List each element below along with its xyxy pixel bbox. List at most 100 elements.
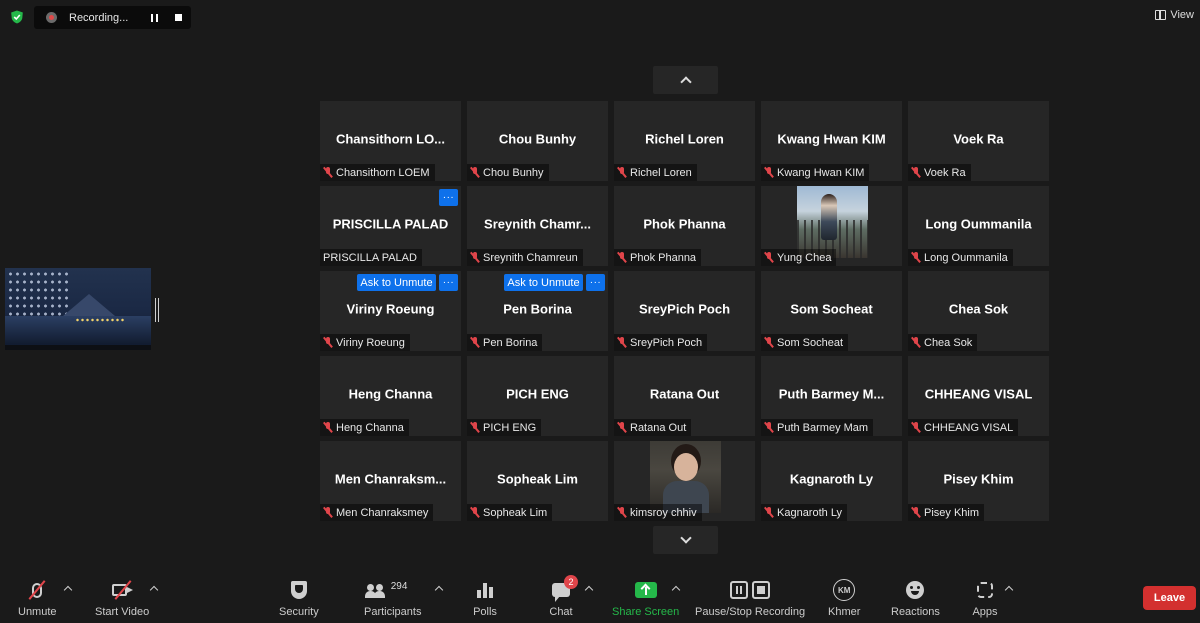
chat-options-caret[interactable]	[584, 585, 594, 595]
participant-name-label: Sopheak Lim	[467, 504, 553, 521]
participant-tile[interactable]: PRISCILLA PALAD ··· PRISCILLA PALAD	[320, 186, 461, 266]
participant-tile[interactable]: Ratana Out Ratana Out	[614, 356, 755, 436]
muted-mic-icon	[323, 337, 333, 348]
stop-recording-button[interactable]	[167, 10, 189, 26]
apps-button[interactable]: Apps	[972, 579, 998, 618]
participant-tile[interactable]: Heng Channa Heng Channa	[320, 356, 461, 436]
recording-label: Recording...	[69, 11, 129, 24]
participant-tile[interactable]: Pen Borina Ask to Unmute ··· Pen Borina	[467, 271, 608, 351]
muted-mic-icon	[617, 252, 627, 263]
participant-name: Richel Loren	[630, 166, 692, 179]
participant-name: Sreynith Chamreun	[483, 251, 578, 264]
view-button[interactable]: View	[1155, 9, 1194, 21]
participant-display-name: Kagnaroth Ly	[789, 471, 874, 487]
polls-icon	[477, 582, 493, 598]
participant-display-name: Ratana Out	[649, 386, 720, 402]
participant-tile[interactable]: Som Socheat Som Socheat	[761, 271, 902, 351]
video-options-caret[interactable]	[149, 585, 159, 595]
unmute-label: Unmute	[18, 606, 57, 618]
participants-button[interactable]: 294 Participants	[364, 579, 421, 619]
participant-name-label: Kagnaroth Ly	[761, 504, 848, 521]
participant-tile[interactable]: Yung Chea	[761, 186, 902, 266]
participant-display-name: Viriny Roeung	[346, 301, 435, 317]
chevron-up-icon	[679, 76, 692, 88]
participant-name-label: PRISCILLA PALAD	[320, 249, 422, 266]
participants-options-caret[interactable]	[434, 585, 444, 595]
apps-options-caret[interactable]	[1004, 585, 1014, 595]
more-options-button[interactable]: ···	[439, 189, 458, 206]
apps-icon	[977, 582, 993, 598]
participant-tile[interactable]: Chea Sok Chea Sok	[908, 271, 1049, 351]
previous-page-button[interactable]	[653, 66, 718, 94]
participant-display-name: Men Chanraksm...	[334, 471, 447, 487]
security-button[interactable]: Security	[279, 579, 319, 618]
polls-button[interactable]: Polls	[472, 579, 498, 618]
muted-mic-icon	[764, 422, 774, 433]
participant-name: kimsroy chhiv	[630, 506, 697, 519]
chevron-down-icon	[679, 532, 692, 544]
share-screen-label: Share Screen	[612, 606, 680, 618]
language-label: Khmer	[828, 606, 861, 618]
participant-tile[interactable]: Viriny Roeung Ask to Unmute ··· Viriny Roeu…	[320, 271, 461, 351]
next-page-button[interactable]	[653, 526, 718, 554]
participant-tile[interactable]: Voek Ra Voek Ra	[908, 101, 1049, 181]
language-interpretation-button[interactable]: KM Khmer	[828, 579, 860, 618]
pause-icon	[150, 13, 158, 22]
chat-button[interactable]: 2 Chat	[548, 575, 578, 618]
participant-name: PRISCILLA PALAD	[323, 251, 417, 264]
participant-name-label: Pisey Khim	[908, 504, 985, 521]
start-video-button[interactable]: Start Video	[95, 579, 149, 618]
participant-name-label: CHHEANG VISAL	[908, 419, 1019, 436]
muted-mic-icon	[764, 167, 774, 178]
audio-options-caret[interactable]	[63, 585, 73, 595]
reactions-button[interactable]: Reactions	[891, 579, 940, 618]
chat-label: Chat	[549, 606, 573, 618]
participant-display-name: Kwang Hwan KIM	[777, 131, 886, 147]
participant-tile[interactable]: Puth Barmey M... Puth Barmey Mam	[761, 356, 902, 436]
participant-display-name: Puth Barmey M...	[778, 386, 885, 402]
participant-tile[interactable]: Chou Bunhy Chou Bunhy	[467, 101, 608, 181]
participant-display-name: Sopheak Lim	[497, 471, 578, 487]
participant-name: Heng Channa	[336, 421, 404, 434]
share-screen-button[interactable]: Share Screen	[612, 579, 679, 618]
apps-label: Apps	[972, 606, 998, 618]
pause-stop-recording-icon	[730, 581, 771, 599]
panel-resize-handle[interactable]	[155, 298, 159, 322]
more-options-button[interactable]: ···	[586, 274, 605, 291]
more-options-button[interactable]: ···	[439, 274, 458, 291]
participant-name-label: Voek Ra	[908, 164, 971, 181]
participant-tile[interactable]: Long Oummanila Long Oummanila	[908, 186, 1049, 266]
participant-tile[interactable]: Chansithorn LO... Chansithorn LOEM	[320, 101, 461, 181]
pause-recording-button[interactable]	[143, 10, 165, 26]
participant-tile[interactable]: SreyPich Poch SreyPich Poch	[614, 271, 755, 351]
unmute-button[interactable]: Unmute	[18, 579, 57, 618]
participant-tile[interactable]: kimsroy chhiv	[614, 441, 755, 521]
participant-name: Sopheak Lim	[483, 506, 548, 519]
participant-name: Ratana Out	[630, 421, 687, 434]
participant-tile[interactable]: Kwang Hwan KIM Kwang Hwan KIM	[761, 101, 902, 181]
participant-tile[interactable]: Phok Phanna Phok Phanna	[614, 186, 755, 266]
participant-tile[interactable]: CHHEANG VISAL CHHEANG VISAL	[908, 356, 1049, 436]
participant-tile[interactable]: Sopheak Lim Sopheak Lim	[467, 441, 608, 521]
wallpaper-lights	[75, 318, 125, 322]
participant-video	[797, 186, 868, 258]
leave-button[interactable]: Leave	[1143, 586, 1196, 610]
participant-tile[interactable]: Sreynith Chamr... Sreynith Chamreun	[467, 186, 608, 266]
ask-to-unmute-button[interactable]: Ask to Unmute	[504, 274, 583, 291]
participant-display-name: PRISCILLA PALAD	[332, 216, 449, 232]
participant-display-name: Chea Sok	[948, 301, 1009, 317]
participant-name: Viriny Roeung	[336, 336, 405, 349]
muted-mic-icon	[470, 167, 480, 178]
participant-tile[interactable]: PICH ENG PICH ENG	[467, 356, 608, 436]
muted-mic-icon	[617, 507, 627, 518]
participant-tile[interactable]: Kagnaroth Ly Kagnaroth Ly	[761, 441, 902, 521]
participant-name: Kwang Hwan KIM	[777, 166, 865, 179]
participant-tile[interactable]: Richel Loren Richel Loren	[614, 101, 755, 181]
participant-name-label: Yung Chea	[761, 249, 837, 266]
muted-mic-icon	[764, 252, 774, 263]
participant-tile[interactable]: Men Chanraksm... Men Chanraksmey	[320, 441, 461, 521]
ask-to-unmute-button[interactable]: Ask to Unmute	[357, 274, 436, 291]
pause-stop-recording-button[interactable]: Pause/Stop Recording	[695, 579, 805, 618]
shared-screen-thumbnail[interactable]	[5, 268, 151, 350]
participant-tile[interactable]: Pisey Khim Pisey Khim	[908, 441, 1049, 521]
